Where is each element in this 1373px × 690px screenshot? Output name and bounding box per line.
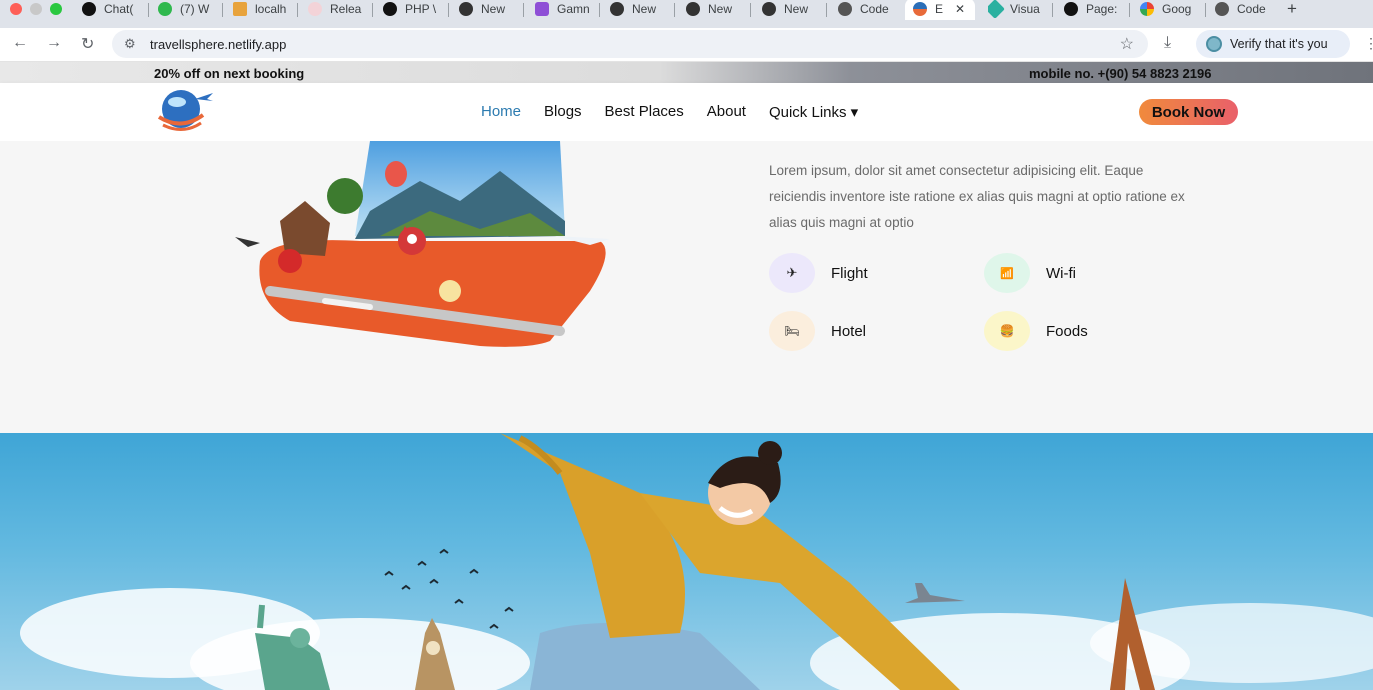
tab-separator [222, 3, 223, 17]
tab-chatgpt[interactable]: Chat( [82, 0, 142, 18]
code-icon [838, 2, 852, 16]
wifi-icon: 📶 [984, 253, 1030, 293]
burger-icon: 🍔 [984, 311, 1030, 351]
tab-separator [148, 3, 149, 17]
browser-menu-icon[interactable]: ⋮ [1364, 35, 1373, 52]
diamond-icon [988, 0, 1005, 18]
main-nav: Home Blogs Best Places About Quick Links… [481, 103, 881, 121]
nav-best-places[interactable]: Best Places [605, 103, 684, 121]
travellsphere-logo[interactable] [155, 87, 217, 137]
tab-localhost[interactable]: localh [233, 0, 293, 18]
tab-separator [523, 3, 524, 17]
tab-php[interactable]: PHP \ [383, 0, 443, 18]
openai-icon [610, 2, 624, 16]
tab-new-4[interactable]: New [762, 0, 822, 18]
tab-release[interactable]: Relea [308, 0, 368, 18]
tab-separator [674, 3, 675, 17]
plane-icon: ✈ [769, 253, 815, 293]
new-tab-button[interactable]: + [1287, 0, 1297, 19]
openai-icon [762, 2, 776, 16]
feature-foods: 🍔 Foods [984, 311, 1088, 351]
promo-banner: 20% off on next booking mobile no. +(90)… [0, 62, 1373, 83]
close-tab-icon[interactable]: ✕ [955, 2, 965, 16]
bookmark-star-icon[interactable]: ☆ [1120, 34, 1134, 54]
tab-new-2[interactable]: New [610, 0, 670, 18]
tab-new-1[interactable]: New [459, 0, 519, 18]
book-now-button[interactable]: Book Now [1139, 99, 1238, 125]
openai-icon [686, 2, 700, 16]
openai-icon [82, 2, 96, 16]
release-icon [308, 2, 322, 16]
gamma-icon [535, 2, 549, 16]
site-navbar: Home Blogs Best Places About Quick Links… [0, 83, 1373, 141]
feature-hotel: 🛏 Hotel [769, 311, 866, 351]
verify-identity-button[interactable]: Verify that it's you [1196, 30, 1350, 58]
google-icon [1140, 2, 1154, 16]
feature-label: Foods [1046, 322, 1088, 340]
tab-separator [1052, 3, 1053, 17]
address-bar[interactable]: ⚙ travellsphere.netlify.app ☆ [112, 30, 1148, 58]
tab-separator [1205, 3, 1206, 17]
browser-tab-strip: Chat( (7) W localh Relea PHP \ New Gamn … [0, 0, 1373, 28]
verify-label: Verify that it's you [1230, 37, 1328, 51]
minimize-window-button[interactable] [30, 3, 42, 15]
nav-home[interactable]: Home [481, 103, 521, 121]
phone-text: mobile no. +(90) 54 8823 2196 [1029, 66, 1212, 81]
site-logo-icon [913, 2, 927, 16]
tab-visual[interactable]: Visua [988, 0, 1048, 18]
tab-separator [750, 3, 751, 17]
nav-about[interactable]: About [707, 103, 746, 121]
reload-icon[interactable]: ↻ [81, 34, 94, 54]
tab-separator [372, 3, 373, 17]
tab-separator [599, 3, 600, 17]
tab-separator [448, 3, 449, 17]
tab-active-site[interactable]: E ✕ [905, 0, 975, 20]
feature-label: Flight [831, 264, 868, 282]
profile-avatar [1206, 36, 1222, 52]
hero-traveler-illustration [20, 433, 1373, 690]
tab-new-3[interactable]: New [686, 0, 746, 18]
bed-icon: 🛏 [769, 311, 815, 351]
tab-github[interactable]: Page: [1064, 0, 1124, 18]
close-window-button[interactable] [10, 3, 22, 15]
forward-arrow-icon[interactable]: → [46, 34, 62, 52]
suitcase-travel-illustration [235, 141, 610, 347]
nav-quick-links-dropdown[interactable]: Quick Links ▾ [769, 103, 858, 121]
openai-icon [383, 2, 397, 16]
code-icon [1215, 2, 1229, 16]
tab-separator [1129, 3, 1130, 17]
about-section: Lorem ipsum, dolor sit amet consectetur … [0, 141, 1373, 433]
feature-flight: ✈ Flight [769, 253, 868, 293]
url-text: travellsphere.netlify.app [150, 37, 287, 52]
tab-whatsapp[interactable]: (7) W [158, 0, 218, 18]
feature-label: Hotel [831, 322, 867, 340]
tab-code-2[interactable]: Code [1215, 0, 1275, 18]
feature-wifi: 📶 Wi-fi [984, 253, 1076, 293]
localhost-icon [233, 2, 247, 16]
offer-text: 20% off on next booking [154, 66, 305, 81]
tab-separator [826, 3, 827, 17]
whatsapp-icon [158, 2, 172, 16]
tab-code-1[interactable]: Code [838, 0, 898, 18]
download-icon[interactable]: ⤓ [1164, 34, 1171, 52]
openai-icon [459, 2, 473, 16]
back-arrow-icon[interactable]: ← [12, 34, 28, 52]
github-icon [1064, 2, 1078, 16]
maximize-window-button[interactable] [50, 3, 62, 15]
tab-separator [297, 3, 298, 17]
about-description: Lorem ipsum, dolor sit amet consectetur … [769, 163, 1185, 230]
tab-gamma[interactable]: Gamn [535, 0, 595, 18]
nav-blogs[interactable]: Blogs [544, 103, 582, 121]
feature-label: Wi-fi [1046, 264, 1076, 282]
tab-google[interactable]: Goog [1140, 0, 1200, 18]
hero-banner [0, 433, 1373, 690]
site-settings-icon[interactable]: ⚙ [124, 36, 136, 52]
